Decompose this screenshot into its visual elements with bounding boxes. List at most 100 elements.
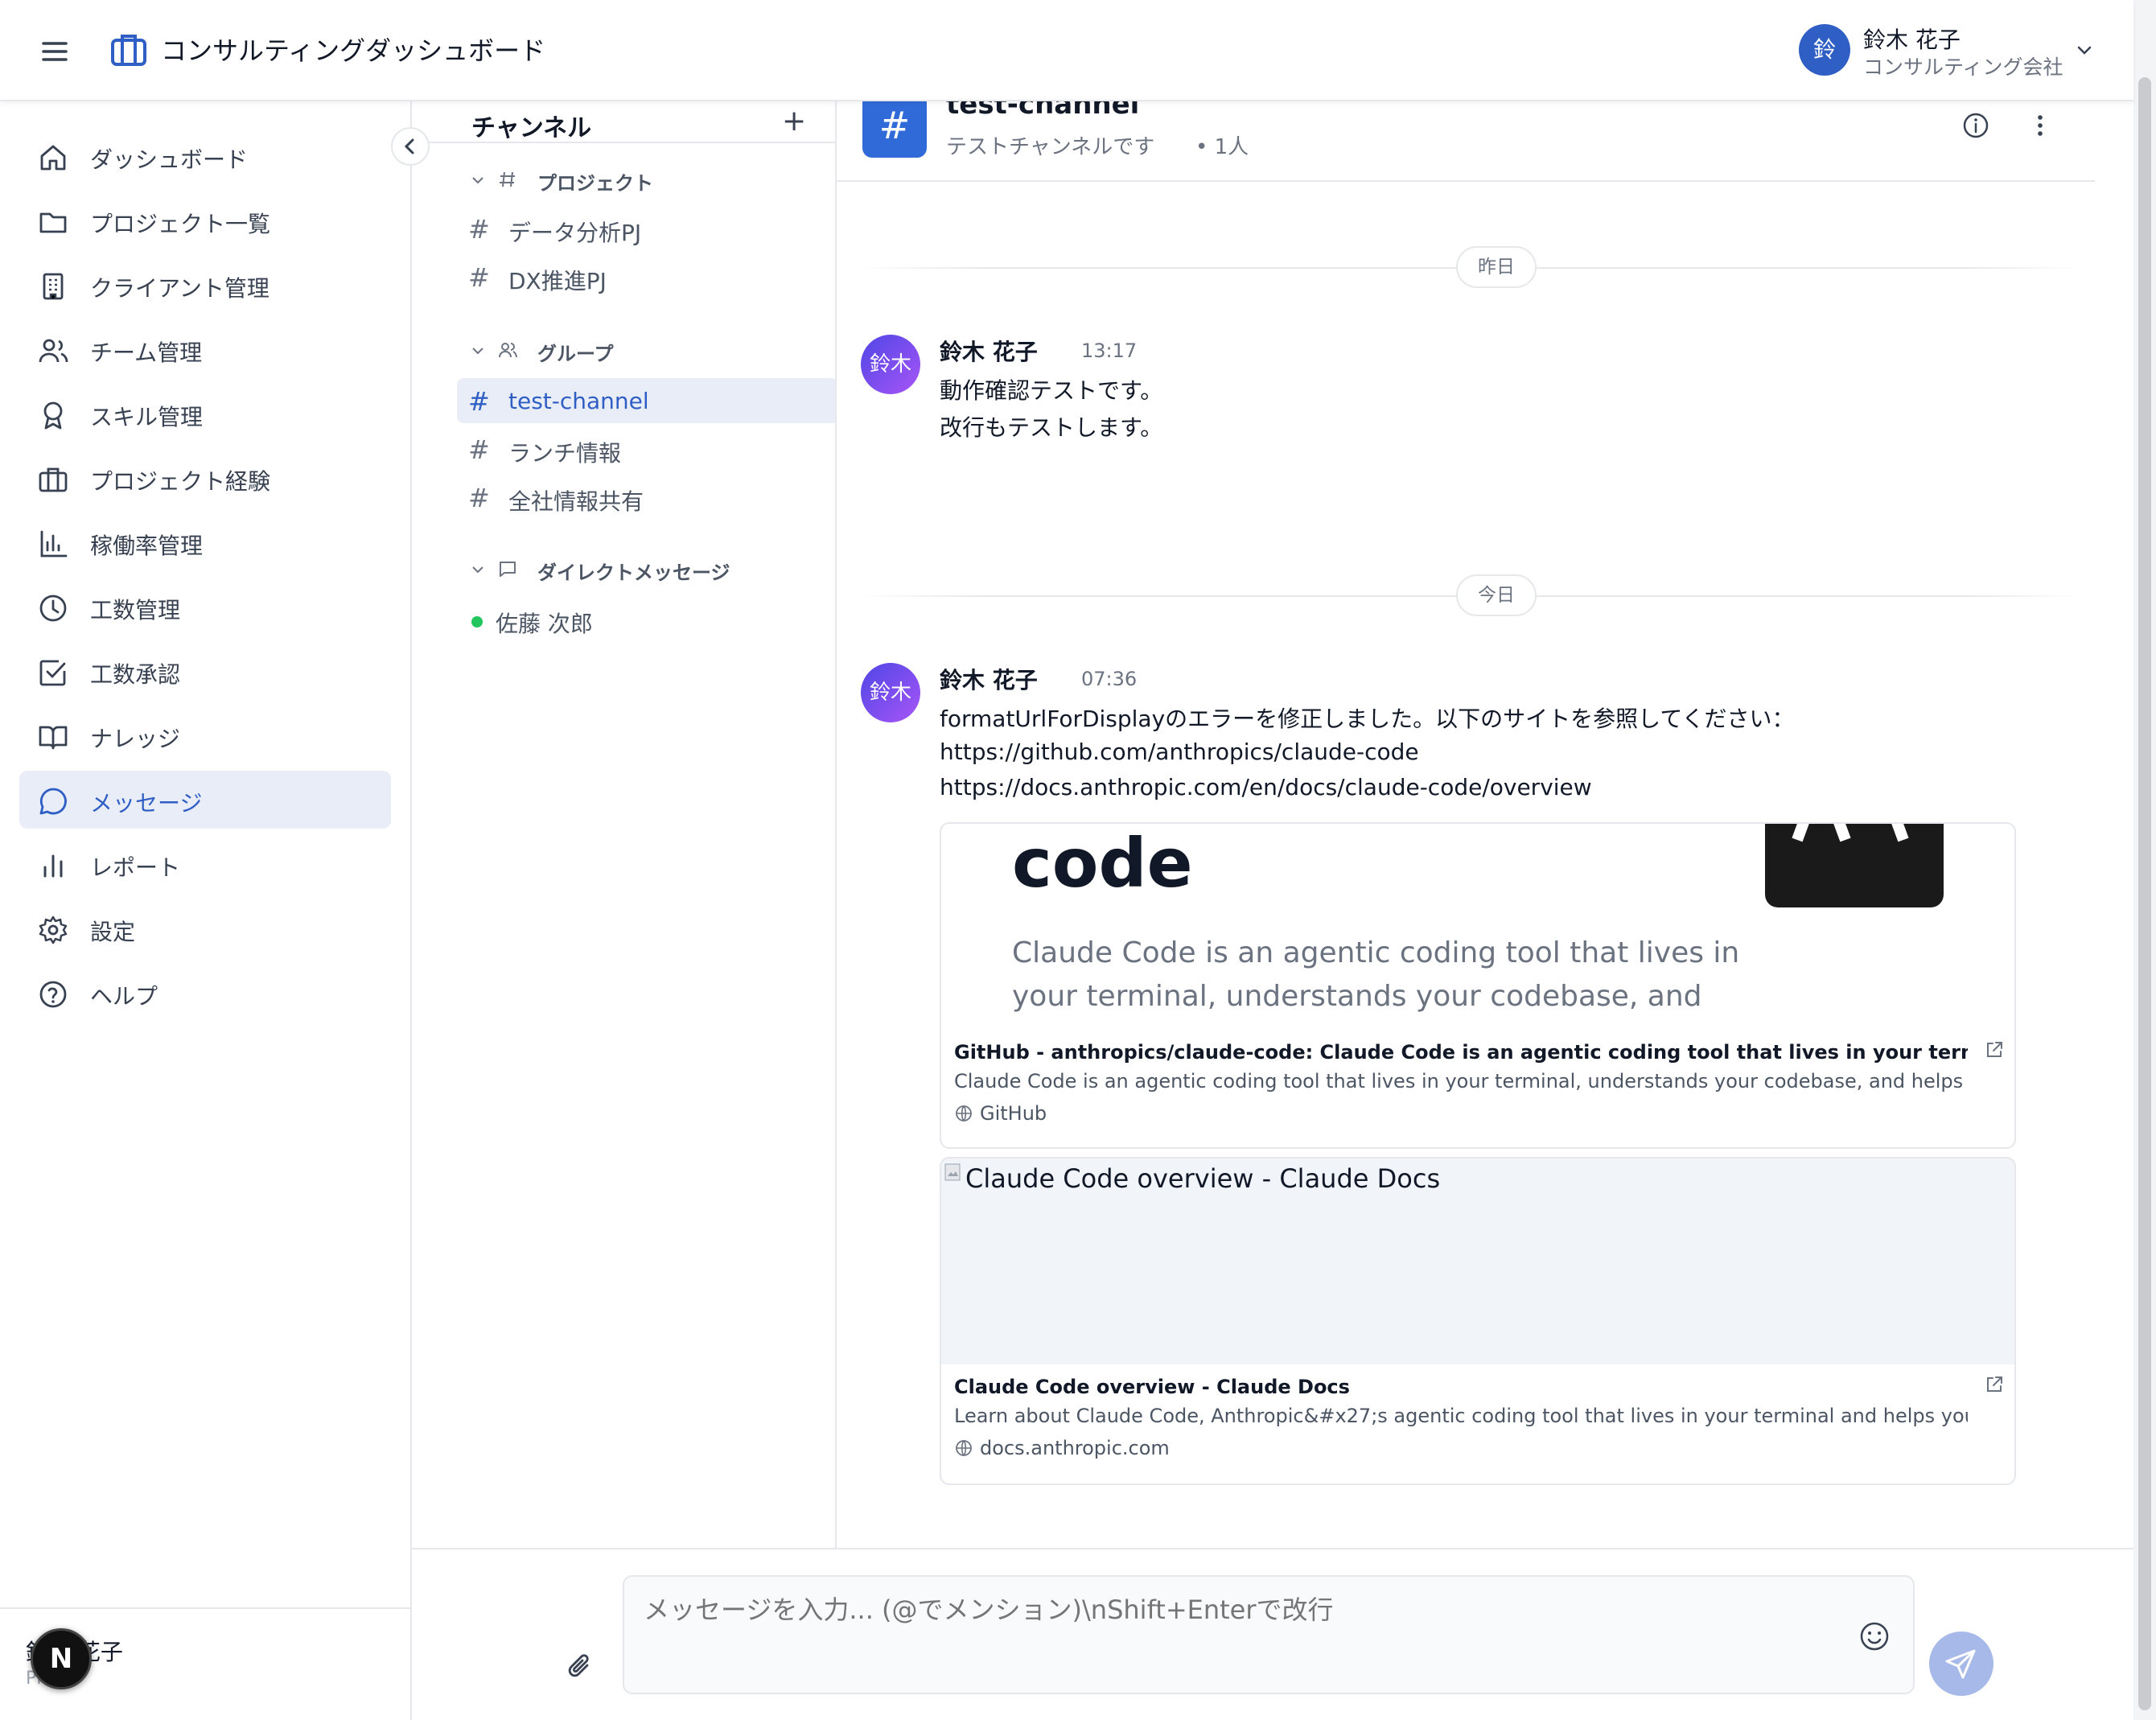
add-channel-button[interactable]: + bbox=[782, 105, 806, 138]
clock-icon bbox=[37, 592, 69, 624]
chart-icon bbox=[37, 850, 69, 882]
message-composer bbox=[623, 1575, 1915, 1694]
link-preview-image: code Claude Code is an agentic coding to… bbox=[941, 824, 2014, 1033]
sidebar-item-help[interactable]: ヘルプ bbox=[19, 964, 391, 1022]
channel-item[interactable]: # 全社情報共有 bbox=[457, 475, 835, 520]
paperclip-icon[interactable] bbox=[563, 1649, 599, 1685]
collapse-sidebar-button[interactable] bbox=[391, 127, 430, 166]
briefcase-logo-icon bbox=[108, 29, 150, 71]
chat-panel: # test-channel テストチャンネルです • 1人 昨日 鈴木 鈴木 … bbox=[837, 101, 2133, 1549]
section-label: ダイレクトメッセージ bbox=[537, 562, 730, 584]
sidebar-item-settings[interactable]: 設定 bbox=[19, 899, 391, 957]
member-count-label: • 1人 bbox=[1195, 135, 1249, 159]
avatar: 鈴 bbox=[1799, 24, 1850, 76]
sidebar-item-reports[interactable]: レポート bbox=[19, 835, 391, 893]
sidebar-item-timesheets[interactable]: 工数管理 bbox=[19, 578, 391, 636]
channel-item[interactable]: # ランチ情報 bbox=[457, 426, 835, 471]
sidebar-item-label: スキル管理 bbox=[90, 404, 204, 430]
external-link-icon[interactable] bbox=[1984, 1374, 2005, 1395]
message-text: 動作確認テストです。 bbox=[940, 377, 1163, 404]
globe-icon bbox=[954, 1438, 973, 1458]
sidebar-item-label: 工数管理 bbox=[90, 597, 181, 623]
message-author[interactable]: 鈴木 花子 bbox=[940, 335, 1038, 367]
preview-heading: code bbox=[1012, 824, 1193, 903]
sidebar-item-label: 稼働率管理 bbox=[90, 533, 204, 559]
sidebar-item-label: 工数承認 bbox=[90, 661, 181, 688]
channel-item-active[interactable]: # test-channel bbox=[457, 378, 835, 423]
channel-item[interactable]: # データ分析PJ bbox=[457, 206, 835, 251]
briefcase-icon bbox=[37, 463, 69, 496]
emoji-icon[interactable] bbox=[1857, 1619, 1892, 1654]
sidebar-item-label: プロジェクト一覧 bbox=[90, 211, 271, 237]
check-square-icon bbox=[37, 656, 69, 689]
link-description: Learn about Claude Code, Anthropic&#x27;… bbox=[954, 1405, 1968, 1427]
link-preview-card[interactable]: code Claude Code is an agentic coding to… bbox=[940, 822, 2016, 1149]
channel-description: テストチャンネルです bbox=[946, 135, 1155, 159]
folder-icon bbox=[37, 206, 69, 238]
avatar[interactable]: 鈴木 bbox=[861, 335, 920, 394]
sidebar-item-approval[interactable]: 工数承認 bbox=[19, 642, 391, 700]
user-name: 鈴木 花子 bbox=[1863, 27, 1961, 53]
users-icon bbox=[37, 335, 69, 367]
date-label: 今日 bbox=[1456, 574, 1537, 616]
message-text: formatUrlForDisplayのエラーを修正しました。以下のサイトを参照… bbox=[940, 706, 1795, 732]
dm-item[interactable]: 佐藤 次郎 bbox=[457, 597, 835, 642]
sidebar-item-knowledge[interactable]: ナレッジ bbox=[19, 706, 391, 764]
sidebar-item-label: プロジェクト経験 bbox=[90, 468, 271, 495]
sidebar-item-messages[interactable]: メッセージ bbox=[19, 771, 391, 829]
image-alt-text: Claude Code overview - Claude Docs bbox=[965, 1163, 1441, 1194]
online-status-dot bbox=[471, 616, 483, 628]
more-options-icon[interactable] bbox=[2024, 109, 2056, 142]
date-separator: 今日 bbox=[861, 574, 2084, 616]
sidebar-item-projects[interactable]: プロジェクト一覧 bbox=[19, 191, 391, 249]
hash-icon: # bbox=[468, 434, 490, 465]
dm-label: 佐藤 次郎 bbox=[496, 611, 593, 637]
page-scrollbar[interactable] bbox=[2133, 0, 2156, 1720]
message-icon bbox=[37, 785, 69, 817]
channel-title: test-channel bbox=[946, 101, 1140, 121]
gear-icon bbox=[37, 914, 69, 946]
link-preview-image: Claude Code overview - Claude Docs bbox=[941, 1158, 2014, 1364]
building-icon bbox=[37, 270, 69, 302]
date-label: 昨日 bbox=[1456, 246, 1537, 288]
sidebar-item-team[interactable]: チーム管理 bbox=[19, 320, 391, 378]
message-link[interactable]: https://github.com/anthropics/claude-cod… bbox=[940, 739, 1419, 765]
sidebar-item-utilization[interactable]: 稼働率管理 bbox=[19, 513, 391, 571]
globe-icon bbox=[954, 1104, 973, 1123]
message-author[interactable]: 鈴木 花子 bbox=[940, 663, 1038, 695]
channel-list-header: チャンネル + bbox=[412, 101, 835, 143]
hash-icon: # bbox=[468, 262, 490, 293]
dev-badge[interactable]: N bbox=[31, 1628, 92, 1689]
avatar[interactable]: 鈴木 bbox=[861, 663, 920, 722]
users-icon bbox=[499, 343, 517, 358]
chat-header: # test-channel テストチャンネルです • 1人 bbox=[837, 101, 2095, 182]
sidebar: ダッシュボード プロジェクト一覧 クライアント管理 チーム管理 スキル管理 プロ… bbox=[0, 101, 412, 1720]
sidebar-item-label: ナレッジ bbox=[90, 726, 181, 752]
link-preview-card[interactable]: Claude Code overview - Claude Docs Claud… bbox=[940, 1157, 2016, 1485]
chevron-down-icon bbox=[2072, 39, 2096, 63]
message-input[interactable] bbox=[644, 1594, 1834, 1625]
external-link-icon[interactable] bbox=[1984, 1039, 2005, 1060]
link-site: docs.anthropic.com bbox=[980, 1437, 1170, 1459]
channel-item[interactable]: # DX推進PJ bbox=[457, 254, 835, 299]
user-menu[interactable]: 鈴 鈴木 花子 コンサルティング会社 bbox=[1796, 23, 2101, 80]
preview-text: Claude Code is an agentic coding tool th… bbox=[1012, 936, 1740, 969]
menu-icon[interactable] bbox=[35, 32, 74, 71]
message-text: 改行もテストします。 bbox=[940, 414, 1163, 441]
channel-label: ランチ情報 bbox=[508, 440, 622, 467]
hash-icon: # bbox=[468, 386, 490, 417]
sidebar-item-label: クライアント管理 bbox=[90, 275, 270, 302]
message-time: 13:17 bbox=[1081, 339, 1138, 362]
hash-icon: # bbox=[468, 483, 490, 513]
date-separator: 昨日 bbox=[861, 246, 2084, 288]
scrollbar-thumb[interactable] bbox=[2138, 77, 2151, 1710]
sidebar-item-skills[interactable]: スキル管理 bbox=[19, 385, 391, 442]
chevron-down-icon bbox=[472, 566, 483, 574]
info-icon[interactable] bbox=[1960, 109, 1992, 142]
sidebar-item-clients[interactable]: クライアント管理 bbox=[19, 256, 391, 314]
sidebar-item-dashboard[interactable]: ダッシュボード bbox=[19, 127, 391, 185]
message-link[interactable]: https://docs.anthropic.com/en/docs/claud… bbox=[940, 774, 1592, 800]
sidebar-item-experience[interactable]: プロジェクト経験 bbox=[19, 449, 391, 507]
app-title: コンサルティングダッシュボード bbox=[161, 35, 546, 66]
send-button[interactable] bbox=[1929, 1632, 1993, 1696]
